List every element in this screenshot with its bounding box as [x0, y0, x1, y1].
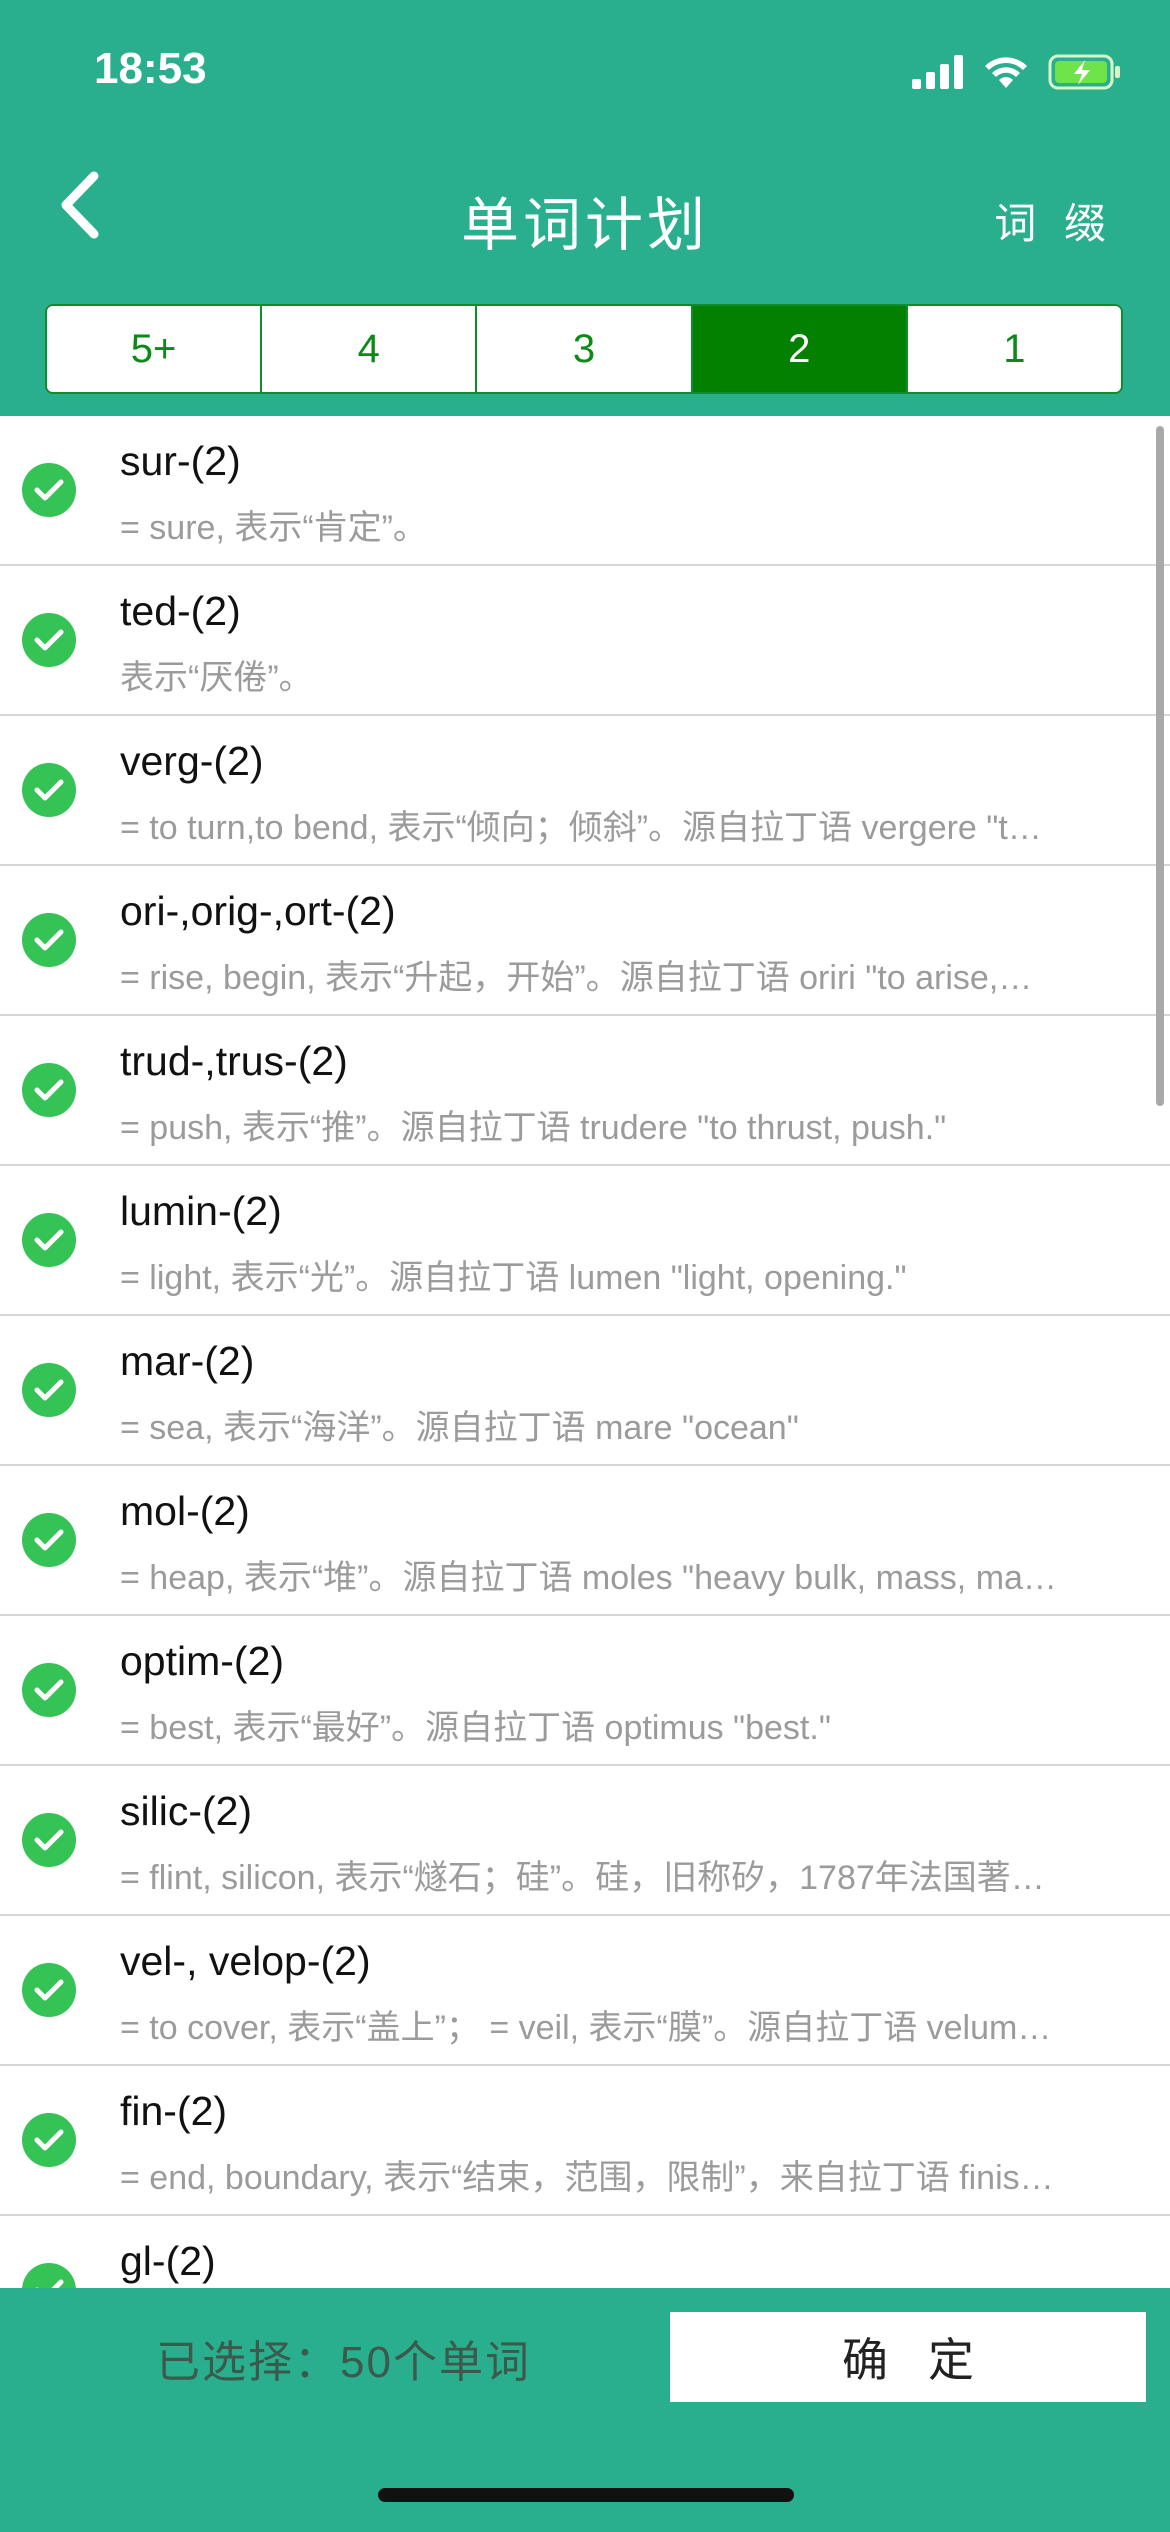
- battery-icon: [1048, 54, 1120, 90]
- item-title: silic-(2): [120, 1788, 253, 1834]
- item-title: vel-, velop-(2): [120, 1938, 371, 1984]
- item-title: verg-(2): [120, 738, 264, 784]
- list-item[interactable]: silic-(2) = flint, silicon, 表示“燧石；硅”。硅，旧…: [0, 1766, 1170, 1916]
- confirm-button[interactable]: 确定: [670, 2312, 1146, 2402]
- selected-count-label: 已选择：50个单词: [156, 2338, 531, 2387]
- list-item[interactable]: mar-(2) = sea, 表示“海洋”。源自拉丁语 mare "ocean": [0, 1316, 1170, 1466]
- list-item[interactable]: optim-(2) = best, 表示“最好”。源自拉丁语 optimus "…: [0, 1616, 1170, 1766]
- item-title: lumin-(2): [120, 1188, 282, 1234]
- segment-3[interactable]: 3: [477, 306, 693, 392]
- checkmark-icon[interactable]: [22, 2113, 76, 2167]
- list-item[interactable]: ted-(2) 表示“厌倦”。: [0, 566, 1170, 716]
- checkmark-icon[interactable]: [22, 1213, 76, 1267]
- checkmark-icon[interactable]: [22, 1063, 76, 1117]
- checkmark-icon[interactable]: [22, 1363, 76, 1417]
- segment-1[interactable]: 1: [907, 306, 1121, 392]
- checkmark-icon[interactable]: [22, 1663, 76, 1717]
- item-description: = to turn,to bend, 表示“倾向；倾斜”。源自拉丁语 verge…: [120, 809, 1042, 847]
- header: 18:53 单词计划 词 缀 5+ 4 3 2 1: [0, 0, 1170, 416]
- list-item[interactable]: lumin-(2) = light, 表示“光”。源自拉丁语 lumen "li…: [0, 1166, 1170, 1316]
- item-title: trud-,trus-(2): [120, 1038, 348, 1084]
- item-description: = push, 表示“推”。源自拉丁语 trudere "to thrust, …: [120, 1109, 947, 1147]
- list-item[interactable]: vel-, velop-(2) = to cover, 表示“盖上”； = ve…: [0, 1916, 1170, 2066]
- frequency-segmented-control: 5+ 4 3 2 1: [45, 304, 1123, 394]
- status-time: 18:53: [94, 44, 207, 93]
- checkmark-icon[interactable]: [22, 463, 76, 517]
- list-item[interactable]: mol-(2) = heap, 表示“堆”。源自拉丁语 moles "heavy…: [0, 1466, 1170, 1616]
- item-title: fin-(2): [120, 2088, 228, 2134]
- home-indicator: [378, 2488, 794, 2502]
- item-title: gl-(2): [120, 2238, 216, 2284]
- scrollbar[interactable]: [1156, 426, 1164, 1106]
- item-description: 表示“厌倦”。: [120, 659, 313, 697]
- item-description: = sea, 表示“海洋”。源自拉丁语 mare "ocean": [120, 1409, 799, 1447]
- item-title: mar-(2): [120, 1338, 255, 1384]
- affix-list[interactable]: sur-(2) = sure, 表示“肯定”。 ted-(2) 表示“厌倦”。 …: [0, 416, 1170, 2288]
- item-title: mol-(2): [120, 1488, 250, 1534]
- item-description: = flint, silicon, 表示“燧石；硅”。硅，旧称矽，1787年法国…: [120, 1859, 1045, 1897]
- list-item[interactable]: verg-(2) = to turn,to bend, 表示“倾向；倾斜”。源自…: [0, 716, 1170, 866]
- list-item[interactable]: trud-,trus-(2) = push, 表示“推”。源自拉丁语 trude…: [0, 1016, 1170, 1166]
- checkmark-icon[interactable]: [22, 913, 76, 967]
- checkmark-icon[interactable]: [22, 763, 76, 817]
- checkmark-icon[interactable]: [22, 1813, 76, 1867]
- segment-5plus[interactable]: 5+: [47, 306, 263, 392]
- status-icons: [912, 50, 1122, 94]
- item-description: = rise, begin, 表示“升起，开始”。源自拉丁语 oriri "to…: [120, 959, 1033, 997]
- list-item[interactable]: ori-,orig-,ort-(2) = rise, begin, 表示“升起，…: [0, 866, 1170, 1016]
- checkmark-icon[interactable]: [22, 613, 76, 667]
- checkmark-icon[interactable]: [22, 1963, 76, 2017]
- checkmark-icon[interactable]: [22, 1513, 76, 1567]
- item-description: = best, 表示“最好”。源自拉丁语 optimus "best.": [120, 1709, 831, 1747]
- affix-button[interactable]: 词 缀: [994, 190, 1114, 251]
- item-description: = heap, 表示“堆”。源自拉丁语 moles "heavy bulk, m…: [120, 1559, 1057, 1597]
- item-title: ori-,orig-,ort-(2): [120, 888, 396, 934]
- segment-2[interactable]: 2: [692, 306, 908, 392]
- wifi-icon: [985, 57, 1027, 88]
- segment-4[interactable]: 4: [262, 306, 478, 392]
- item-title: optim-(2): [120, 1638, 285, 1684]
- checkmark-icon[interactable]: [22, 2263, 76, 2288]
- item-description: = end, boundary, 表示“结束，范围，限制”，来自拉丁语 fini…: [120, 2159, 1054, 2197]
- list-item[interactable]: fin-(2) = end, boundary, 表示“结束，范围，限制”，来自…: [0, 2066, 1170, 2216]
- list-item[interactable]: sur-(2) = sure, 表示“肯定”。: [0, 416, 1170, 566]
- item-description: = sure, 表示“肯定”。: [120, 509, 427, 547]
- list-item[interactable]: gl-(2): [0, 2216, 1170, 2288]
- signal-icon: [912, 55, 963, 89]
- item-title: sur-(2): [120, 438, 241, 484]
- item-description: = light, 表示“光”。源自拉丁语 lumen "light, openi…: [120, 1259, 907, 1297]
- item-description: = to cover, 表示“盖上”； = veil, 表示“膜”。源自拉丁语 …: [120, 2009, 1052, 2047]
- item-title: ted-(2): [120, 588, 241, 634]
